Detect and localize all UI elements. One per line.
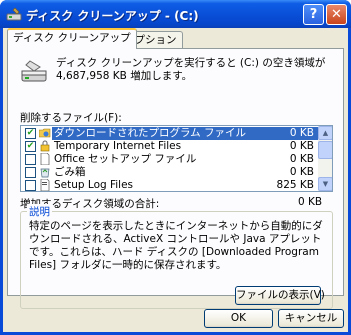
files-list[interactable]: ✔ ダウンロードされたプログラム ファイル 0 KB ✔ Temporary I… xyxy=(20,125,333,192)
tab-panel: ディスク クリーンアップを実行すると (C:) の空き領域が 4,687,958… xyxy=(7,48,344,309)
dialog-client: ディスク クリーンアップ 詳細オプション ディスク クリーンアップを実行すると … xyxy=(3,28,348,332)
total-space-value: 0 KB xyxy=(298,196,323,208)
checkbox[interactable] xyxy=(25,180,36,191)
list-item[interactable]: Setup Log Files 825 KB xyxy=(21,179,318,191)
window-title: ディスク クリーンアップ - (C:) xyxy=(26,9,199,23)
file-icon xyxy=(40,179,50,191)
file-name: ごみ箱 xyxy=(54,166,86,178)
description-title: 説明 xyxy=(27,204,52,219)
description-text: 特定のページを表示したときにインターネットから自動的にダウンロードされる、Act… xyxy=(29,220,323,271)
file-size: 825 KB xyxy=(276,179,314,191)
tab-disk-cleanup[interactable]: ディスク クリーンアップ xyxy=(7,28,137,49)
description-group: 説明 特定のページを表示したときにインターネットから自動的にダウンロードされる、… xyxy=(20,204,333,309)
list-item[interactable]: Office セットアップ ファイル 0 KB xyxy=(21,153,318,166)
help-button[interactable]: ? xyxy=(303,4,324,25)
cancel-button[interactable]: キャンセル xyxy=(278,309,344,328)
file-size: 0 KB xyxy=(289,153,314,165)
ok-button[interactable]: OK xyxy=(204,309,273,328)
file-icon xyxy=(40,153,50,165)
file-size: 0 KB xyxy=(289,166,314,178)
scroll-up-icon[interactable]: ▲ xyxy=(318,126,332,140)
view-files-button[interactable]: ファイルの表示(V) xyxy=(235,286,325,305)
intro-text: ディスク クリーンアップを実行すると (C:) の空き領域が 4,687,958… xyxy=(56,57,326,82)
file-size: 0 KB xyxy=(289,140,314,152)
checkbox[interactable] xyxy=(25,167,36,178)
recycle-bin-icon xyxy=(40,168,50,178)
checkbox[interactable] xyxy=(25,154,36,165)
file-name: ダウンロードされたプログラム ファイル xyxy=(52,127,248,140)
folder-icon xyxy=(39,128,51,138)
lock-icon xyxy=(40,140,50,152)
disk-cleanup-icon xyxy=(6,7,22,21)
file-name: Setup Log Files xyxy=(54,179,134,191)
list-item[interactable]: ✔ Temporary Internet Files 0 KB xyxy=(21,140,318,153)
list-item[interactable]: ごみ箱 0 KB xyxy=(21,166,318,179)
checkbox[interactable]: ✔ xyxy=(25,141,36,152)
drive-icon xyxy=(21,60,47,82)
close-button[interactable]: ✕ xyxy=(326,4,347,25)
scroll-thumb[interactable] xyxy=(318,141,332,159)
title-bar[interactable]: ディスク クリーンアップ - (C:) ? ✕ xyxy=(0,0,351,28)
list-scrollbar[interactable]: ▲ ▼ xyxy=(318,126,332,191)
file-size: 0 KB xyxy=(248,127,318,140)
list-item[interactable]: ✔ ダウンロードされたプログラム ファイル 0 KB xyxy=(21,127,318,140)
disk-cleanup-window: ディスク クリーンアップ - (C:) ? ✕ ディスク クリーンアップ 詳細オ… xyxy=(0,0,351,335)
file-name: Office セットアップ ファイル xyxy=(54,153,197,165)
scroll-down-icon[interactable]: ▼ xyxy=(318,177,332,191)
files-to-delete-label: 削除するファイル(F): xyxy=(20,112,122,124)
file-name: Temporary Internet Files xyxy=(54,140,182,152)
checkbox[interactable]: ✔ xyxy=(25,128,36,139)
